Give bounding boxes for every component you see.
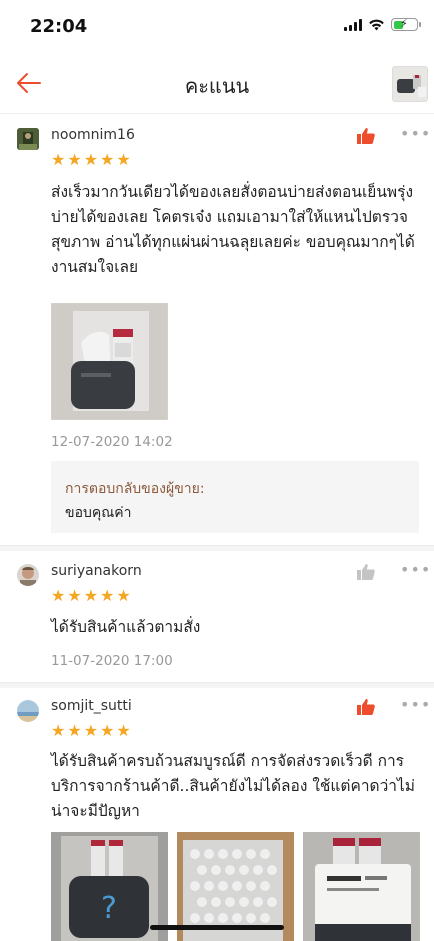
home-indicator bbox=[150, 925, 284, 930]
review-item: noomnim16 ★ ★ ★ ★ ★ ••• ส่งเร็วมากวันเดี… bbox=[0, 114, 434, 544]
star-icon: ★ bbox=[100, 586, 115, 605]
page-title: คะแนน bbox=[184, 74, 250, 98]
wifi-icon bbox=[369, 19, 384, 31]
avatar[interactable] bbox=[17, 700, 39, 722]
star-icon: ★ bbox=[67, 586, 82, 605]
status-time: 22:04 bbox=[30, 16, 88, 37]
review-username: noomnim16 bbox=[51, 127, 135, 143]
navigation-bar: คะแนน bbox=[0, 52, 434, 114]
product-thumbnail[interactable] bbox=[392, 66, 428, 102]
star-rating: ★ ★ ★ ★ ★ bbox=[51, 723, 131, 739]
seller-reply-box: การตอบกลับของผู้ขาย: ขอบคุณค่า bbox=[51, 461, 419, 533]
thumbs-up-icon[interactable] bbox=[356, 563, 376, 581]
avatar[interactable] bbox=[17, 128, 39, 150]
review-item: suriyanakorn ★ ★ ★ ★ ★ ••• ได้รับสินค้าแ… bbox=[0, 551, 434, 681]
star-icon: ★ bbox=[51, 586, 66, 605]
star-icon: ★ bbox=[116, 150, 131, 169]
status-icons: ⚡ bbox=[344, 17, 421, 31]
review-photo[interactable] bbox=[51, 303, 168, 420]
star-icon: ★ bbox=[67, 721, 82, 740]
star-rating: ★ ★ ★ ★ ★ bbox=[51, 588, 131, 604]
review-item: somjit_sutti ★ ★ ★ ★ ★ ••• ได้รับสินค้าค… bbox=[0, 688, 434, 941]
avatar[interactable] bbox=[17, 564, 39, 586]
star-icon: ★ bbox=[67, 150, 82, 169]
review-text: ส่งเร็วมากวันเดียวได้ของเลยสั่งตอนบ่ายส่… bbox=[51, 183, 415, 276]
star-icon: ★ bbox=[100, 721, 115, 740]
more-options-icon[interactable]: ••• bbox=[400, 560, 431, 579]
star-icon: ★ bbox=[51, 721, 66, 740]
more-options-icon[interactable]: ••• bbox=[400, 695, 431, 714]
review-photo[interactable] bbox=[303, 832, 420, 941]
review-date: 11-07-2020 17:00 bbox=[51, 653, 173, 669]
star-rating: ★ ★ ★ ★ ★ bbox=[51, 152, 131, 168]
svg-text:?: ? bbox=[101, 891, 117, 926]
review-text: ได้รับสินค้าแล้วตามสั่ง bbox=[51, 618, 201, 636]
star-icon: ★ bbox=[83, 586, 99, 605]
review-username: somjit_sutti bbox=[51, 698, 132, 714]
star-icon: ★ bbox=[100, 150, 115, 169]
review-username: suriyanakorn bbox=[51, 563, 142, 579]
status-bar: 22:04 ⚡ bbox=[0, 0, 434, 52]
seller-reply-label: การตอบกลับของผู้ขาย: bbox=[65, 481, 205, 497]
battery-icon: ⚡ bbox=[391, 17, 421, 31]
review-date: 12-07-2020 14:02 bbox=[51, 434, 173, 450]
star-icon: ★ bbox=[116, 721, 131, 740]
star-icon: ★ bbox=[83, 721, 99, 740]
star-icon: ★ bbox=[83, 150, 99, 169]
star-icon: ★ bbox=[116, 586, 131, 605]
review-text: ได้รับสินค้าครบถ้วนสมบูรณ์ดี การจัดส่งรว… bbox=[51, 752, 416, 820]
star-icon: ★ bbox=[51, 150, 66, 169]
more-options-icon[interactable]: ••• bbox=[400, 124, 431, 143]
thumbs-up-icon[interactable] bbox=[356, 127, 376, 145]
signal-icon bbox=[344, 18, 362, 31]
seller-reply-text: ขอบคุณค่า bbox=[65, 505, 132, 521]
thumbs-up-icon[interactable] bbox=[356, 698, 376, 716]
